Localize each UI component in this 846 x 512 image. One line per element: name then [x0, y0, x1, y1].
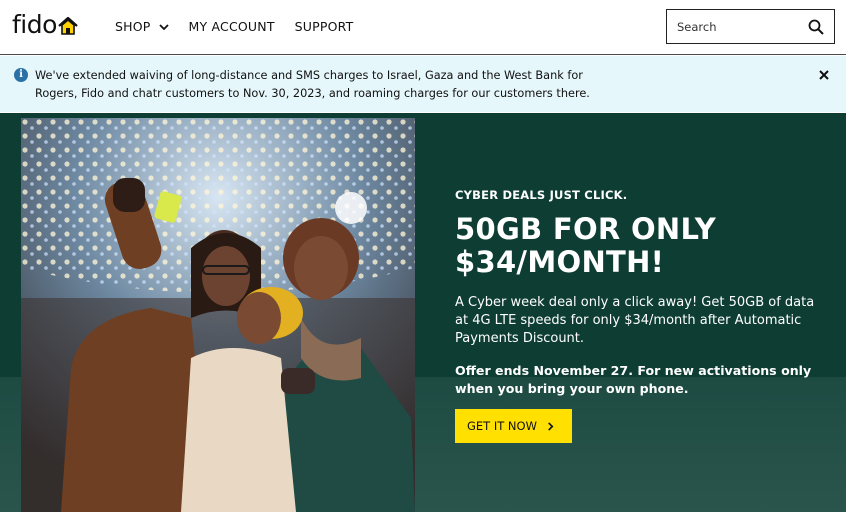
hero-banner: CYBER DEALS JUST CLICK. 50GB FOR ONLY $3… — [0, 113, 846, 512]
close-icon[interactable] — [818, 69, 830, 81]
logo-text: fido — [12, 10, 57, 39]
nav-support[interactable]: SUPPORT — [295, 19, 354, 34]
fido-logo[interactable]: fido — [12, 12, 78, 38]
chevron-right-icon — [548, 421, 554, 431]
chevron-down-icon — [158, 23, 169, 30]
site-header: fido SHOP MY ACCOUNT SUPPORT — [0, 0, 846, 55]
promo-content: CYBER DEALS JUST CLICK. 50GB FOR ONLY $3… — [455, 188, 825, 398]
promo-offer: Offer ends November 27. For new activati… — [455, 363, 812, 396]
cta-label: GET IT NOW — [467, 419, 537, 433]
search-box — [666, 9, 835, 44]
search-icon[interactable] — [808, 19, 824, 35]
promo-body: A Cyber week deal only a click away! Get… — [455, 295, 815, 346]
nav-my-account-label: MY ACCOUNT — [188, 19, 275, 34]
alert-text: We've extended waiving of long-distance … — [35, 69, 590, 100]
search-input[interactable] — [677, 18, 797, 36]
promo-eyebrow: CYBER DEALS JUST CLICK. — [455, 188, 628, 202]
hero-photo — [21, 118, 415, 512]
house-icon — [58, 16, 78, 35]
info-icon: i — [14, 68, 28, 82]
nav-my-account[interactable]: MY ACCOUNT — [189, 19, 275, 34]
get-it-now-button[interactable]: GET IT NOW — [455, 409, 572, 443]
alert-banner: i We've extended waiving of long-distanc… — [0, 56, 846, 112]
nav-shop-label: SHOP — [115, 19, 151, 34]
nav-shop[interactable]: SHOP — [115, 19, 169, 34]
nav-support-label: SUPPORT — [294, 19, 354, 34]
main-nav: SHOP MY ACCOUNT SUPPORT — [115, 19, 373, 34]
promo-headline: 50GB FOR ONLY $34/MONTH! — [455, 212, 717, 279]
